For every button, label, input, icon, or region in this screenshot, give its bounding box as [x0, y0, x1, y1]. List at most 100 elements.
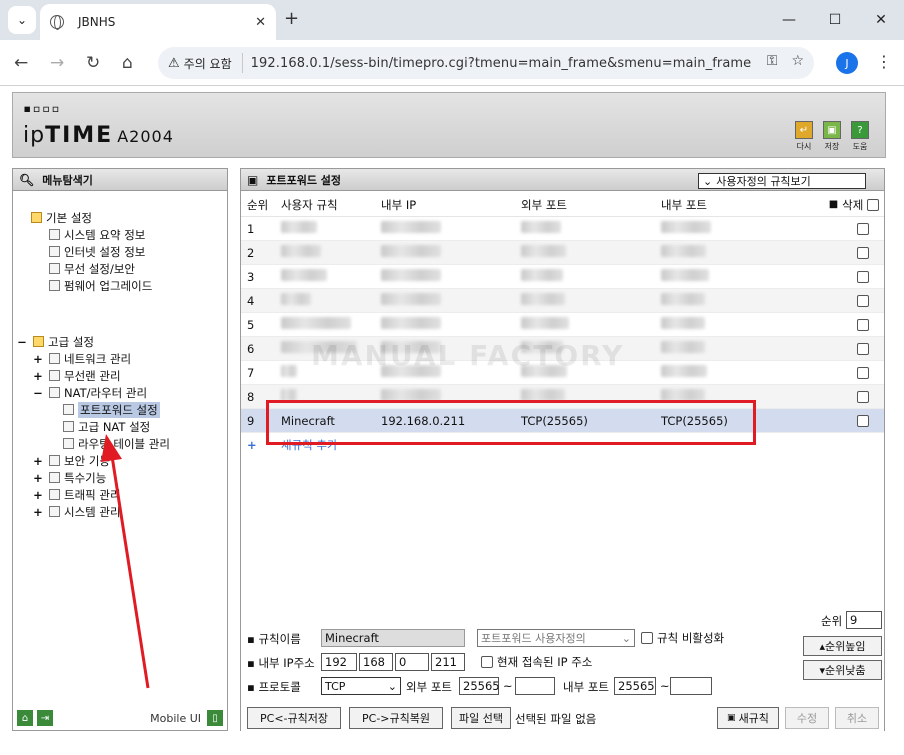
reload-icon[interactable]: ↻	[86, 53, 100, 73]
expand-icon[interactable]: +	[33, 505, 43, 519]
rule-name-input[interactable]: Minecraft	[321, 629, 465, 647]
cancel-button[interactable]: 취소	[835, 707, 879, 729]
table-row-minecraft[interactable]: 9 Minecraft 192.168.0.211 TCP(25565) TCP…	[241, 409, 884, 433]
new-rule-button[interactable]: ▣ 새규칙	[717, 707, 779, 729]
lock-icon	[49, 455, 60, 466]
tree-item-port-forward[interactable]: 포트포워드 설정	[63, 401, 160, 418]
disable-rule-option[interactable]: 규칙 비활성화	[641, 630, 724, 646]
row-delete-checkbox[interactable]	[857, 414, 869, 427]
new-tab-button[interactable]: +	[284, 8, 299, 29]
tree-item[interactable]: + 트래픽 관리	[33, 486, 120, 503]
protocol-select[interactable]: TCP ⌄	[321, 677, 401, 695]
int-port-start[interactable]: 25565	[614, 677, 656, 695]
security-chip[interactable]: ⚠ 주의 요함	[168, 53, 243, 73]
tree-item[interactable]: 무선 설정/보안	[49, 260, 135, 277]
browser-tab[interactable]: JBNHS ✕	[40, 4, 276, 40]
priority-input[interactable]: 9	[846, 611, 882, 629]
current-ip-option[interactable]: 현재 접속된 IP 주소	[481, 654, 592, 670]
back-icon[interactable]: ←	[14, 53, 28, 73]
view-select[interactable]: ⌄ 사용자정의 규칙보기	[698, 173, 866, 189]
edit-button[interactable]: 수정	[785, 707, 829, 729]
tree-item[interactable]: 고급 NAT 설정	[63, 418, 150, 435]
table-row[interactable]: 2	[241, 241, 884, 265]
url-text[interactable]: 192.168.0.1/sess-bin/timepro.cgi?tmenu=m…	[251, 56, 752, 71]
row-delete-checkbox[interactable]	[857, 270, 869, 283]
select-all-checkbox[interactable]	[867, 198, 880, 211]
ext-port-start[interactable]: 25565	[459, 677, 500, 695]
ip-octet-3[interactable]: 0	[395, 653, 429, 671]
add-rule-link[interactable]: + 새규칙 추가	[241, 433, 884, 457]
tree-basic-settings[interactable]: 기본 설정	[31, 209, 92, 226]
help-icon: ?	[851, 121, 869, 139]
tree-item[interactable]: 라우팅 테이블 관리	[63, 435, 170, 452]
mobile-ui-link[interactable]: Mobile UI ▯	[150, 710, 223, 726]
help-button[interactable]: ? 도움	[849, 121, 871, 152]
close-window-icon[interactable]: ✕	[858, 0, 904, 40]
maximize-icon[interactable]: ☐	[812, 0, 858, 40]
chart-icon	[49, 506, 60, 517]
tree-item[interactable]: + 무선랜 관리	[33, 367, 120, 384]
logout-icon[interactable]: ⇥	[37, 710, 53, 726]
priority-up-button[interactable]: ▴ 순위높임	[803, 636, 882, 656]
collapse-icon[interactable]: −	[33, 386, 43, 400]
int-port-end[interactable]	[670, 677, 712, 695]
refresh-button[interactable]: ↵ 다시	[793, 121, 815, 152]
special-icon	[49, 472, 60, 483]
row-delete-checkbox[interactable]	[857, 366, 869, 379]
home-icon[interactable]: ⌂	[122, 53, 133, 73]
disable-rule-checkbox[interactable]	[641, 632, 653, 644]
expand-icon[interactable]: +	[33, 454, 43, 468]
priority-down-button[interactable]: ▾ 순위낮춤	[803, 660, 882, 680]
expand-icon[interactable]: +	[33, 369, 43, 383]
table-row[interactable]: 4	[241, 289, 884, 313]
router-icon	[49, 387, 60, 398]
expand-icon[interactable]: +	[33, 488, 43, 502]
profile-avatar[interactable]: J	[836, 52, 858, 74]
table-row[interactable]: 5	[241, 313, 884, 337]
menu-kebab-icon[interactable]: ⋮	[876, 52, 892, 71]
collapse-icon[interactable]: −	[17, 335, 27, 349]
ip-octet-2[interactable]: 168	[359, 653, 393, 671]
key-icon[interactable]: ⚿	[767, 53, 778, 69]
tree-advanced-settings[interactable]: − 고급 설정	[17, 333, 94, 350]
close-tab-icon[interactable]: ✕	[255, 15, 266, 30]
tree-item[interactable]: + 특수기능	[33, 469, 106, 486]
network-icon	[49, 353, 60, 364]
bookmark-star-icon[interactable]: ☆	[791, 53, 804, 69]
tree-item[interactable]: 펌웨어 업그레이드	[49, 277, 152, 294]
table-row[interactable]: 3	[241, 265, 884, 289]
save-button[interactable]: ▣ 저장	[821, 121, 843, 152]
row-delete-checkbox[interactable]	[857, 390, 869, 403]
tree-item[interactable]: 시스템 요약 정보	[49, 226, 145, 243]
row-delete-checkbox[interactable]	[857, 222, 869, 235]
row-delete-checkbox[interactable]	[857, 246, 869, 259]
tree-item[interactable]: + 보안 기능	[33, 452, 110, 469]
tree-item[interactable]: − NAT/라우터 관리	[33, 384, 147, 401]
tree-item[interactable]: 인터넷 설정 정보	[49, 243, 145, 260]
forward-icon[interactable]: →	[50, 53, 64, 73]
pc-save-rules-button[interactable]: PC<-규칙저장	[247, 707, 341, 729]
file-select-button[interactable]: 파일 선택	[451, 707, 511, 729]
table-row[interactable]: 1	[241, 217, 884, 241]
row-delete-checkbox[interactable]	[857, 294, 869, 307]
tree-item[interactable]: + 네트워크 관리	[33, 350, 131, 367]
row-delete-checkbox[interactable]	[857, 318, 869, 331]
tree-item[interactable]: + 시스템 관리	[33, 503, 120, 520]
minimize-icon[interactable]: —	[766, 0, 812, 40]
expand-icon[interactable]: +	[33, 471, 43, 485]
wifi-icon	[49, 370, 60, 381]
row-delete-checkbox[interactable]	[857, 342, 869, 355]
ip-octet-4[interactable]: 211	[431, 653, 465, 671]
rule-edit-form: ▪ 규칙이름 Minecraft 포트포워드 사용자정의 ⌄ 규칙 비활성화 순위…	[241, 599, 884, 731]
custom-type-select[interactable]: 포트포워드 사용자정의 ⌄	[477, 629, 635, 647]
home-icon[interactable]: ⌂	[17, 710, 33, 726]
expand-icon[interactable]: +	[33, 352, 43, 366]
table-row[interactable]: 8	[241, 385, 884, 409]
current-ip-checkbox[interactable]	[481, 656, 493, 668]
ip-octet-1[interactable]: 192	[321, 653, 357, 671]
globe-icon	[50, 15, 64, 30]
address-bar[interactable]: ⚠ 주의 요함 192.168.0.1/sess-bin/timepro.cgi?…	[158, 47, 814, 79]
tab-search-button[interactable]: ⌄	[8, 6, 36, 34]
ext-port-end[interactable]	[515, 677, 555, 695]
pc-restore-rules-button[interactable]: PC->규칙복원	[349, 707, 443, 729]
